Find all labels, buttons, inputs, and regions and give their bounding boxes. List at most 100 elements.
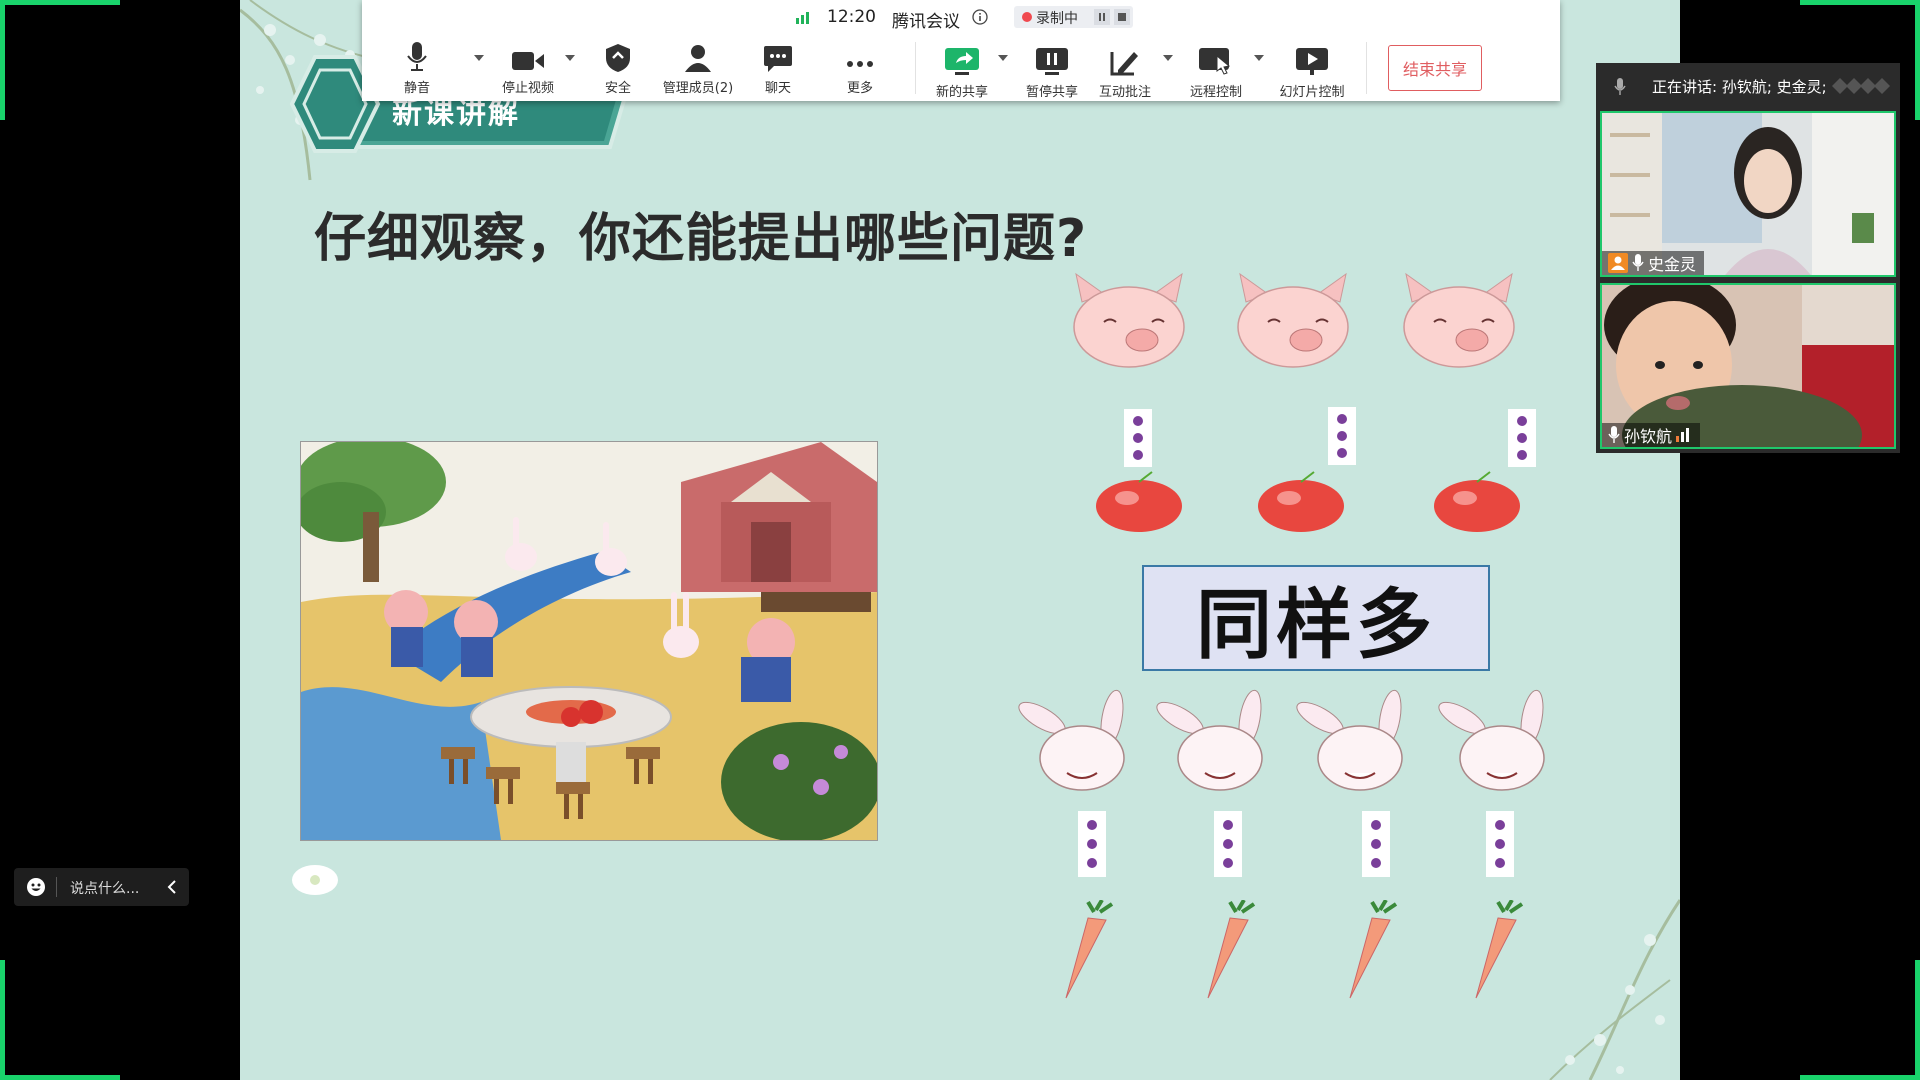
pig-illustration [1064, 272, 1194, 376]
remote-control-button[interactable]: 远程控制 [1176, 44, 1256, 102]
meeting-clock: 12:20 [827, 7, 876, 27]
chat-divider [56, 877, 57, 897]
pause-icon [1099, 13, 1105, 21]
pause-share-button[interactable]: 暂停共享 [1012, 44, 1092, 102]
emoji-icon[interactable] [26, 877, 46, 897]
annotate-button[interactable]: 互动批注 [1085, 44, 1165, 102]
recording-indicator: 录制中 [1014, 6, 1133, 28]
security-label: 安全 [604, 81, 631, 96]
speaking-wave-icon [1832, 78, 1890, 94]
correspondence-dots [1124, 409, 1152, 467]
slideshow-control-label: 幻灯片控制 [1279, 85, 1345, 100]
annotate-label: 互动批注 [1098, 85, 1151, 100]
frame-corner-tl [0, 0, 120, 5]
new-share-button[interactable]: 新的共享 [922, 44, 1002, 102]
pig-illustration [1394, 272, 1524, 376]
chat-input[interactable]: 说点什么... [70, 878, 139, 898]
frame-corner-tl-v [0, 0, 5, 120]
remote-control-label: 远程控制 [1189, 85, 1242, 100]
correspondence-dots [1508, 409, 1536, 467]
host-badge-icon [1608, 253, 1628, 273]
more-button[interactable]: 更多 [820, 40, 900, 98]
apple-illustration [1092, 470, 1186, 538]
microphone-icon [407, 42, 427, 71]
microphone-icon [1608, 426, 1620, 443]
manage-members-button[interactable]: 管理成员(2) [658, 40, 738, 98]
stop-recording-button[interactable] [1114, 9, 1130, 25]
network-signal-icon [1676, 428, 1690, 442]
carrot-illustration [1198, 898, 1268, 1004]
speaking-indicator: 正在讲话: 孙钦航; 史金灵; [1596, 63, 1900, 109]
correspondence-dots [1328, 407, 1356, 465]
shared-slide: 新课讲解 仔细观察，你还能提出哪些问题? 同样多 [240, 0, 1680, 1080]
annotate-options-caret[interactable] [1163, 55, 1173, 61]
mute-button[interactable]: 静音 [377, 40, 457, 98]
meeting-toolbar: 12:20 腾讯会议 录制中 静音 停止视频 安全 管理成员(2) 聊天 更多 … [362, 0, 1560, 101]
chat-quick-bar: 说点什么... [14, 868, 189, 906]
stop-video-label: 停止视频 [501, 81, 554, 96]
meeting-status-row: 12:20 腾讯会议 录制中 [362, 0, 1560, 32]
remote-options-caret[interactable] [1254, 55, 1264, 61]
participant-video-tile[interactable]: 史金灵 [1600, 111, 1896, 277]
info-icon[interactable] [972, 9, 988, 25]
recording-label: 录制中 [1036, 11, 1078, 27]
signal-strength-icon [796, 12, 809, 24]
participant-video-tile[interactable]: 孙钦航 [1600, 283, 1896, 449]
participant-name: 史金灵 [1648, 255, 1697, 274]
members-icon [685, 45, 711, 72]
rabbit-illustration [1150, 688, 1278, 798]
shield-icon [606, 44, 630, 72]
new-share-label: 新的共享 [935, 85, 988, 100]
slide-question: 仔细观察，你还能提出哪些问题? [314, 209, 1088, 269]
correspondence-dots [1214, 811, 1242, 877]
chat-button[interactable]: 聊天 [738, 40, 818, 98]
chevron-left-icon[interactable] [166, 877, 178, 897]
recording-dot-icon [1022, 12, 1032, 22]
more-icon [847, 61, 873, 67]
rabbit-illustration [1012, 688, 1140, 798]
branch-decoration-bottom [1549, 899, 1680, 1080]
security-button[interactable]: 安全 [578, 40, 658, 98]
carrot-illustration [1340, 898, 1410, 1004]
chat-icon [764, 46, 792, 72]
toolbar-divider [1366, 42, 1367, 94]
pig-illustration [1228, 272, 1358, 376]
pause-recording-button[interactable] [1094, 9, 1110, 25]
video-options-caret[interactable] [565, 55, 575, 61]
manage-members-label: 管理成员(2) [662, 81, 734, 96]
apple-illustration [1254, 470, 1348, 538]
more-label: 更多 [846, 81, 873, 96]
participant-name-tag: 孙钦航 [1602, 423, 1701, 447]
answer-box: 同样多 [1142, 565, 1490, 671]
meeting-app-name: 腾讯会议 [892, 12, 960, 32]
end-share-button[interactable]: 结束共享 [1388, 45, 1482, 91]
frame-corner-br [1800, 1075, 1920, 1080]
microphone-icon [1614, 78, 1626, 95]
correspondence-dots [1486, 811, 1514, 877]
video-camera-icon [512, 52, 544, 70]
speaking-text: 正在讲话: 孙钦航; 史金灵; [1652, 78, 1827, 96]
pause-share-label: 暂停共享 [1025, 85, 1078, 100]
participants-panel: 正在讲话: 孙钦航; 史金灵; 史金灵 孙钦航 [1596, 63, 1900, 453]
carrot-illustration [1056, 898, 1126, 1004]
share-screen-icon [945, 48, 979, 75]
participant-name-tag: 史金灵 [1602, 251, 1705, 275]
correspondence-dots [1362, 811, 1390, 877]
stop-icon [1118, 13, 1126, 21]
apple-illustration [1430, 470, 1524, 538]
frame-corner-bl-v [0, 960, 5, 1080]
mute-label: 静音 [403, 81, 430, 96]
slideshow-icon [1296, 48, 1328, 75]
slideshow-control-button[interactable]: 幻灯片控制 [1272, 44, 1352, 102]
frame-corner-br-v [1915, 960, 1920, 1080]
carrot-illustration [1466, 898, 1536, 1004]
stop-video-button[interactable]: 停止视频 [488, 40, 568, 98]
chat-label: 聊天 [764, 81, 791, 96]
microphone-icon [1632, 254, 1644, 271]
pause-share-icon [1036, 48, 1068, 75]
remote-control-icon [1199, 48, 1231, 75]
share-options-caret[interactable] [998, 55, 1008, 61]
frame-corner-tr [1800, 0, 1920, 5]
toolbar-divider [915, 42, 916, 94]
mute-options-caret[interactable] [474, 55, 484, 61]
